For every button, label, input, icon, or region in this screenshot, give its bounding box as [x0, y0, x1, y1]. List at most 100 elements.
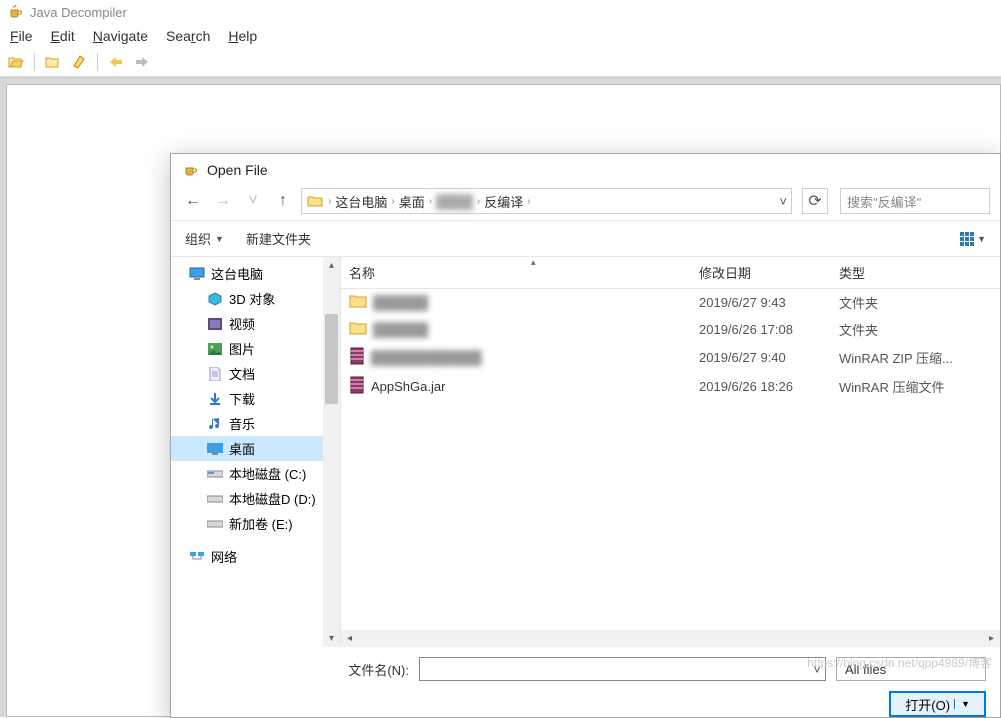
pc-icon	[189, 266, 205, 282]
new-folder-button[interactable]: 新建文件夹	[246, 229, 311, 248]
file-row[interactable]: ██████ 2019/6/26 17:08文件夹	[341, 316, 1000, 343]
file-list-header: ▴ 名称 修改日期 类型	[341, 257, 1000, 289]
file-row[interactable]: AppShGa.jar2019/6/26 18:26WinRAR 压缩文件	[341, 372, 1000, 401]
menu-search[interactable]: Search	[166, 28, 210, 44]
scroll-thumb[interactable]	[325, 314, 338, 404]
disk-icon	[207, 491, 223, 507]
nav-forward-icon[interactable]: →	[211, 189, 235, 213]
dialog-body: 这台电脑 3D 对象 视频 图片 文档 下载 音乐 桌面 本地磁盘 (C:) 本…	[171, 256, 1000, 647]
sidebar-item-3d-objects[interactable]: 3D 对象	[171, 286, 340, 311]
video-icon	[207, 316, 223, 332]
archive-icon	[349, 376, 365, 397]
pictures-icon	[207, 341, 223, 357]
file-rows: ██████2019/6/27 9:43文件夹██████2019/6/26 1…	[341, 289, 1000, 630]
dropdown-icon[interactable]: ˅	[813, 662, 821, 677]
file-row[interactable]: ████████████2019/6/27 9:40WinRAR ZIP 压缩.…	[341, 343, 1000, 372]
file-date: 2019/6/26 17:08	[691, 320, 831, 339]
filetype-select[interactable]: All files	[836, 657, 986, 681]
organize-menu[interactable]: 组织▼	[185, 229, 224, 248]
file-name: ██████	[373, 295, 428, 310]
folder-icon	[306, 192, 324, 210]
menu-file[interactable]: File	[10, 28, 33, 44]
app-title: Java Decompiler	[30, 5, 127, 20]
scroll-down-icon[interactable]: ▾	[323, 630, 340, 647]
sidebar-item-disk-d[interactable]: 本地磁盘D (D:)	[171, 486, 340, 511]
sidebar-scrollbar[interactable]: ▴ ▾	[323, 257, 340, 647]
scroll-left-icon[interactable]: ◂	[341, 630, 358, 647]
file-row[interactable]: ██████2019/6/27 9:43文件夹	[341, 289, 1000, 316]
open-file-icon[interactable]	[6, 52, 26, 72]
menu-help[interactable]: Help	[228, 28, 257, 44]
folder-icon	[349, 293, 367, 312]
toolbar	[0, 50, 1001, 77]
filename-input[interactable]: ˅	[419, 657, 826, 681]
titlebar: Java Decompiler	[0, 0, 1001, 24]
column-date[interactable]: 修改日期	[691, 257, 831, 288]
file-name: AppShGa.jar	[371, 379, 445, 394]
sidebar-item-network[interactable]: 网络	[171, 544, 340, 569]
documents-icon	[207, 366, 223, 382]
nav-back-icon[interactable]: ←	[181, 189, 205, 213]
file-date: 2019/6/27 9:40	[691, 348, 831, 367]
address-bar[interactable]: › 这台电脑 › 桌面 › ████ › 反编译 › ˅	[301, 188, 792, 214]
search-input[interactable]: 搜索"反编译"	[840, 188, 990, 214]
dialog-toolbar: 组织▼ 新建文件夹 ▼	[171, 221, 1000, 256]
open-folder-icon[interactable]	[43, 52, 63, 72]
column-name[interactable]: 名称	[341, 257, 691, 288]
sidebar: 这台电脑 3D 对象 视频 图片 文档 下载 音乐 桌面 本地磁盘 (C:) 本…	[171, 257, 341, 647]
chevron-right-icon: ›	[328, 196, 331, 207]
breadcrumb-this-pc[interactable]: 这台电脑	[335, 192, 387, 211]
file-list-h-scrollbar[interactable]: ◂ ▸	[341, 630, 1000, 647]
forward-icon[interactable]	[132, 52, 152, 72]
sidebar-item-videos[interactable]: 视频	[171, 311, 340, 336]
back-icon[interactable]	[106, 52, 126, 72]
menu-navigate[interactable]: Navigate	[93, 28, 148, 44]
downloads-icon	[207, 391, 223, 407]
chevron-right-icon: ›	[391, 196, 394, 207]
network-icon	[189, 549, 205, 565]
archive-icon	[349, 347, 365, 368]
toolbar-separator	[97, 53, 98, 71]
sidebar-item-disk-e[interactable]: 新加卷 (E:)	[171, 511, 340, 536]
disk-icon	[207, 466, 223, 482]
dialog-icon	[183, 162, 199, 178]
open-file-dialog: Open File ← → ˅ ↑ › 这台电脑 › 桌面 › ████ › 反…	[170, 153, 1001, 718]
open-button[interactable]: 打开(O)▼	[889, 691, 986, 717]
breadcrumb-hidden[interactable]: ████	[436, 194, 473, 209]
disk-icon	[207, 516, 223, 532]
find-icon[interactable]	[69, 52, 89, 72]
scroll-track[interactable]	[323, 274, 340, 630]
refresh-icon[interactable]: ⟳	[802, 188, 828, 214]
sidebar-item-downloads[interactable]: 下载	[171, 386, 340, 411]
nav-up-icon[interactable]: ↑	[271, 189, 295, 213]
folder-icon	[349, 320, 367, 339]
breadcrumb-target[interactable]: 反编译	[484, 192, 523, 211]
sidebar-item-pictures[interactable]: 图片	[171, 336, 340, 361]
chevron-right-icon: ›	[527, 196, 530, 207]
cube-icon	[207, 291, 223, 307]
sidebar-item-documents[interactable]: 文档	[171, 361, 340, 386]
file-type: 文件夹	[831, 318, 971, 341]
column-type[interactable]: 类型	[831, 257, 971, 288]
chevron-right-icon: ›	[429, 196, 432, 207]
music-icon	[207, 416, 223, 432]
sidebar-item-disk-c[interactable]: 本地磁盘 (C:)	[171, 461, 340, 486]
file-list: ▴ 名称 修改日期 类型 ██████2019/6/27 9:43文件夹████…	[341, 257, 1000, 647]
toolbar-separator	[34, 53, 35, 71]
sidebar-item-music[interactable]: 音乐	[171, 411, 340, 436]
sidebar-item-this-pc[interactable]: 这台电脑	[171, 261, 340, 286]
sidebar-item-desktop[interactable]: 桌面	[171, 436, 340, 461]
nav-recent-icon[interactable]: ˅	[241, 189, 265, 213]
scroll-right-icon[interactable]: ▸	[983, 630, 1000, 647]
file-name: ████████████	[371, 350, 482, 365]
breadcrumb-desktop[interactable]: 桌面	[399, 192, 425, 211]
dialog-title: Open File	[207, 162, 268, 178]
view-options-icon[interactable]: ▼	[960, 232, 986, 246]
scroll-track[interactable]	[358, 630, 983, 647]
file-type: WinRAR 压缩文件	[831, 375, 971, 398]
desktop-icon	[207, 441, 223, 457]
scroll-up-icon[interactable]: ▴	[323, 257, 340, 274]
file-name: ██████	[373, 322, 428, 337]
address-dropdown-icon[interactable]: ˅	[779, 194, 787, 209]
menu-edit[interactable]: Edit	[51, 28, 75, 44]
